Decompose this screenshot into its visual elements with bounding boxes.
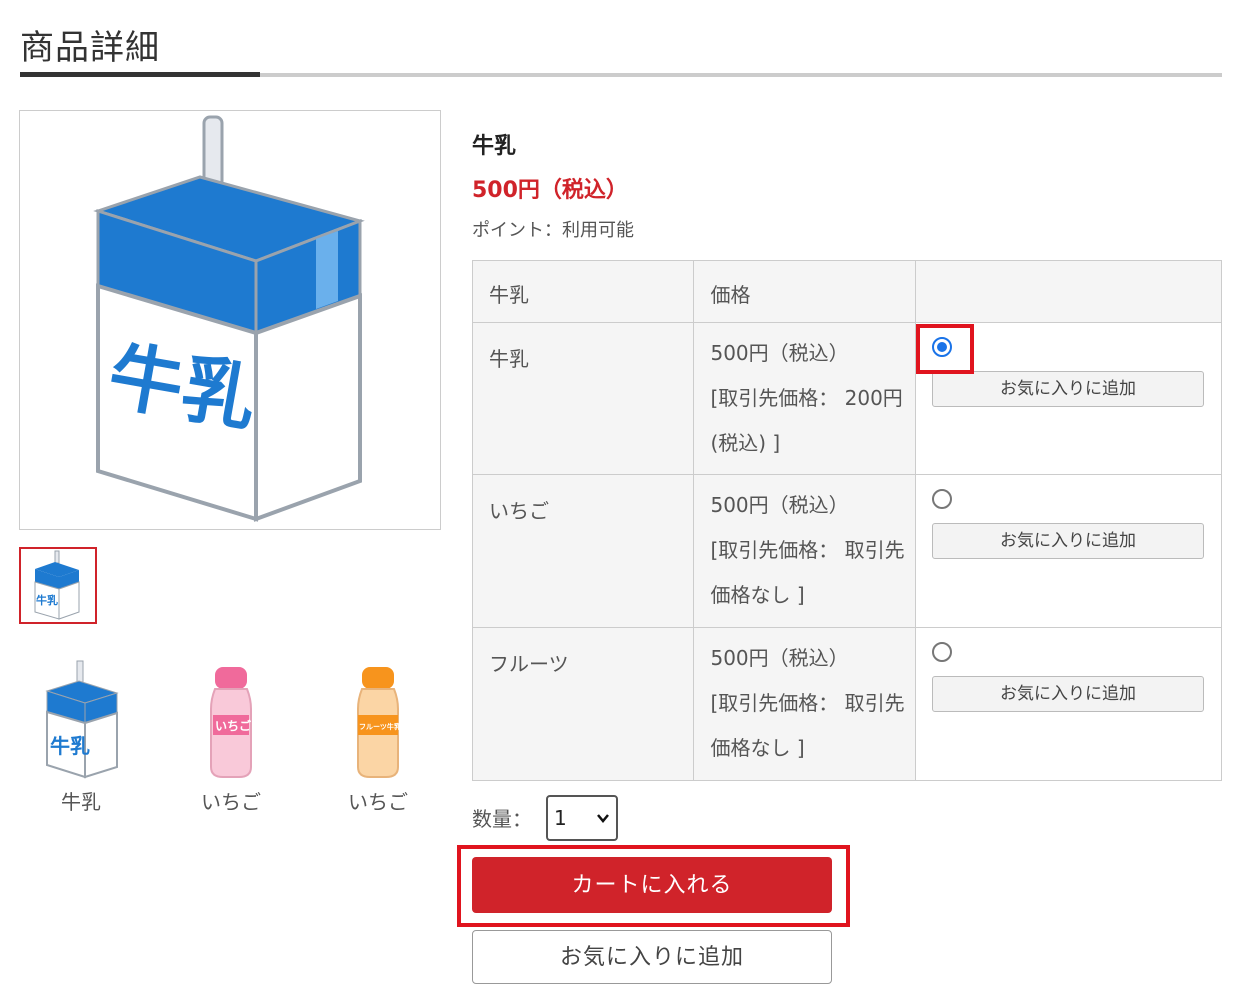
variant-name: いちご xyxy=(471,474,695,628)
milk-carton-icon: 牛乳 xyxy=(45,660,119,779)
variant-price: 500円（税込） xyxy=(710,493,849,517)
variant-price: 500円（税込） xyxy=(710,341,849,365)
table-row: フルーツ 500円（税込） [取引先価格： 取引先価格なし ] お気に入りに追加 xyxy=(471,627,1223,781)
header-price: 価格 xyxy=(693,260,916,323)
variant-radio-strawberry[interactable] xyxy=(931,489,952,509)
selected-thumbnail[interactable]: 牛乳 xyxy=(19,547,97,624)
variant-price: 500円（税込） xyxy=(710,646,849,670)
add-favorite-button[interactable]: お気に入りに追加 xyxy=(931,676,1204,712)
variant-table: 牛乳 価格 牛乳 500円（税込） [取引先価格： 200円(税込) ] お気に… xyxy=(471,260,1223,781)
related-product-milk[interactable]: 牛乳 牛乳 xyxy=(26,655,136,815)
related-product-label: いちご xyxy=(201,790,261,814)
partner-price: [取引先価格： 取引先価格なし ] xyxy=(710,538,905,607)
partner-price: [取引先価格： 取引先価格なし ] xyxy=(710,691,905,760)
variant-table-header: 牛乳 価格 xyxy=(471,260,1223,323)
milk-carton-thumb-icon: 牛乳 xyxy=(34,550,80,620)
product-name: 牛乳 xyxy=(472,134,517,159)
related-product-label: 牛乳 xyxy=(61,790,101,814)
quantity-select[interactable]: 1 xyxy=(546,795,618,841)
partner-price: [取引先価格： 200円(税込) ] xyxy=(710,386,903,455)
add-favorite-button[interactable]: お気に入りに追加 xyxy=(931,371,1204,407)
fruit-milk-bottle-icon: フルーツ牛乳 xyxy=(357,667,401,778)
milk-carton-illustration: 牛乳 xyxy=(93,115,365,522)
variant-action-cell: お気に入りに追加 xyxy=(914,627,1223,781)
table-row: いちご 500円（税込） [取引先価格： 取引先価格なし ] お気に入りに追加 xyxy=(471,474,1223,628)
page-title: 商品詳細 xyxy=(20,28,160,68)
radio-highlight-box xyxy=(916,324,974,374)
related-product-label: いちご xyxy=(348,790,408,814)
table-row: 牛乳 500円（税込） [取引先価格： 200円(税込) ] お気に入りに追加 xyxy=(471,322,1223,475)
variant-price-cell: 500円（税込） [取引先価格： 200円(税込) ] xyxy=(693,322,916,475)
product-price: 500円（税込） xyxy=(472,178,628,203)
variant-radio-fruit[interactable] xyxy=(931,642,952,662)
variant-price-cell: 500円（税込） [取引先価格： 取引先価格なし ] xyxy=(693,474,916,628)
variant-name: フルーツ xyxy=(471,627,695,781)
strawberry-milk-bottle-icon: いちご xyxy=(210,667,252,778)
add-to-favorites-button[interactable]: お気に入りに追加 xyxy=(472,930,832,984)
svg-text:いちご: いちご xyxy=(215,718,252,733)
svg-text:牛乳: 牛乳 xyxy=(36,593,58,607)
related-product-strawberry[interactable]: いちご いちご xyxy=(176,655,286,815)
variant-price-cell: 500円（税込） [取引先価格： 取引先価格なし ] xyxy=(693,627,916,781)
svg-text:フルーツ牛乳: フルーツ牛乳 xyxy=(359,722,401,731)
points-info: ポイント：利用可能 xyxy=(472,220,634,241)
quantity-label: 数量： xyxy=(472,807,532,831)
add-to-cart-button[interactable]: カートに入れる xyxy=(472,857,832,913)
main-product-image: 牛乳 xyxy=(19,110,441,530)
add-favorite-button[interactable]: お気に入りに追加 xyxy=(931,523,1204,559)
variant-name: 牛乳 xyxy=(471,322,695,475)
quantity-value: 1 xyxy=(554,806,567,830)
header-variant: 牛乳 xyxy=(471,260,695,323)
title-divider-accent xyxy=(20,72,260,77)
svg-text:牛乳: 牛乳 xyxy=(50,734,90,758)
variant-action-cell: お気に入りに追加 xyxy=(914,474,1223,628)
related-product-fruit[interactable]: フルーツ牛乳 いちご xyxy=(323,655,433,815)
header-action xyxy=(914,260,1223,323)
